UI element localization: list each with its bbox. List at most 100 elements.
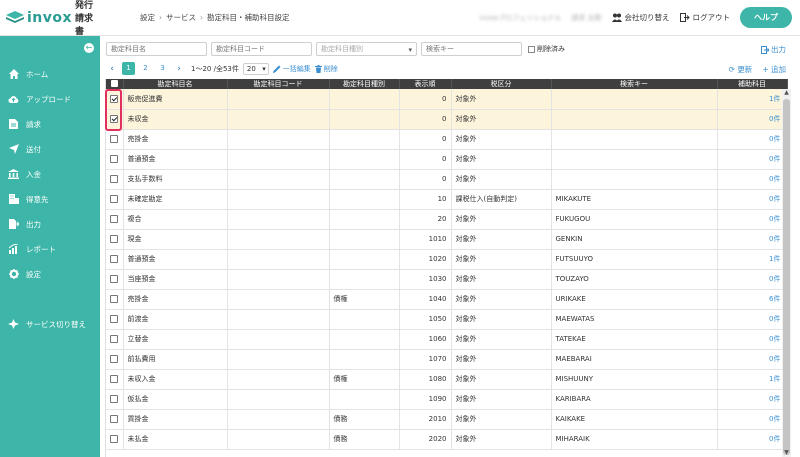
row-checkbox[interactable] <box>106 89 124 110</box>
sidebar-item-settings[interactable]: 設定 <box>8 267 41 281</box>
account-code-input[interactable] <box>211 42 312 56</box>
refresh-button[interactable]: ⟳ 更新 <box>729 64 753 75</box>
sidebar-item-report[interactable]: レポート <box>8 242 56 256</box>
sidebar-item-billing[interactable]: 請求 <box>8 117 41 131</box>
sub-account-link[interactable]: 1件 <box>717 249 788 270</box>
sub-account-link[interactable]: 1件 <box>717 89 788 110</box>
page-1-button[interactable]: 1 <box>122 62 135 75</box>
sidebar-item-payment[interactable]: 入金 <box>8 167 41 181</box>
row-checkbox[interactable] <box>106 229 124 250</box>
row-checkbox[interactable] <box>106 429 124 450</box>
app-logo[interactable]: invox 発行請求書 <box>0 0 100 37</box>
collapse-sidebar-icon[interactable]: ← <box>84 43 94 53</box>
table-scrollbar[interactable]: ▲ ▼ <box>782 89 791 457</box>
table-row[interactable]: 普通預金 0 対象外 0件 <box>106 149 788 170</box>
sub-account-link[interactable]: 0件 <box>717 229 788 250</box>
sub-account-link[interactable]: 0件 <box>717 209 788 230</box>
table-row[interactable]: 販売促進費 0 対象外 1件 <box>106 89 788 110</box>
sub-account-link[interactable]: 1件 <box>717 369 788 390</box>
export-button[interactable]: 出力 <box>761 44 786 55</box>
row-checkbox[interactable] <box>106 309 124 330</box>
row-checkbox[interactable] <box>106 289 124 310</box>
sidebar-item-home[interactable]: ホーム <box>8 67 48 81</box>
sidebar-item-upload[interactable]: アップロード <box>8 92 71 106</box>
row-checkbox[interactable] <box>106 109 124 130</box>
table-row[interactable]: 立替金 1060 対象外 TATEKAE 0件 <box>106 329 788 350</box>
add-button[interactable]: + 追加 <box>762 64 786 75</box>
sub-account-link[interactable]: 0件 <box>717 409 788 430</box>
sub-account-link[interactable]: 0件 <box>717 329 788 350</box>
sub-account-link[interactable]: 0件 <box>717 309 788 330</box>
table-row[interactable]: 普通預金 1020 対象外 FUTSUUYO 1件 <box>106 249 788 270</box>
table-row[interactable]: 当座預金 1030 対象外 TOUZAYO 0件 <box>106 269 788 290</box>
search-key-input[interactable] <box>421 42 522 56</box>
page-3-button[interactable]: 3 <box>156 62 169 75</box>
sub-account-link[interactable]: 0件 <box>717 109 788 130</box>
page-2-button[interactable]: 2 <box>139 62 152 75</box>
switch-company-button[interactable]: 会社切り替え <box>611 12 670 23</box>
col-header-sub-accounts[interactable]: 補助科目 <box>717 79 788 89</box>
include-deleted-checkbox[interactable]: 削除済み <box>528 44 565 54</box>
col-header-type[interactable]: 勘定科目種別 <box>329 79 400 89</box>
sub-account-link[interactable]: 0件 <box>717 129 788 150</box>
account-name-input[interactable] <box>106 42 207 56</box>
col-header-tax[interactable]: 税区分 <box>451 79 552 89</box>
sidebar-item-switch-service[interactable]: サービス切り替え <box>8 317 86 331</box>
sidebar-item-export[interactable]: 出力 <box>8 217 41 231</box>
bulk-edit-button[interactable]: 一括編集 <box>272 64 311 74</box>
row-checkbox[interactable] <box>106 169 124 190</box>
sub-account-link[interactable]: 0件 <box>717 189 788 210</box>
prev-page-icon[interactable]: ‹ <box>106 64 118 74</box>
row-checkbox[interactable] <box>106 249 124 270</box>
delete-button[interactable]: 削除 <box>314 64 338 74</box>
row-checkbox[interactable] <box>106 369 124 390</box>
col-header-name[interactable]: 勘定科目名 <box>123 79 228 89</box>
sub-account-link[interactable]: 0件 <box>717 429 788 450</box>
scroll-up-icon[interactable]: ▲ <box>782 89 791 97</box>
row-checkbox[interactable] <box>106 149 124 170</box>
breadcrumb-service[interactable]: サービス <box>166 12 196 23</box>
select-all-checkbox[interactable] <box>106 79 124 89</box>
per-page-select[interactable]: 20 <box>242 62 269 75</box>
sidebar-item-customers[interactable]: 得意先 <box>8 192 49 206</box>
table-row[interactable]: 未確定勘定 10 課税仕入(自動判定) MIKAKUTE 0件 <box>106 189 788 210</box>
row-checkbox[interactable] <box>106 329 124 350</box>
table-row[interactable]: 未払金 債務 2020 対象外 MIHARAIK 0件 <box>106 429 788 450</box>
table-row[interactable]: 未収入金 債権 1080 対象外 MISHUUNY 1件 <box>106 369 788 390</box>
table-row[interactable]: 前渡金 1050 対象外 MAEWATAS 0件 <box>106 309 788 330</box>
table-row[interactable]: 支払手数料 0 対象外 0件 <box>106 169 788 190</box>
table-row[interactable]: 複合 20 対象外 FUKUGOU 0件 <box>106 209 788 230</box>
scroll-down-icon[interactable]: ▼ <box>782 449 791 457</box>
table-row[interactable]: 現金 1010 対象外 GENKIN 0件 <box>106 229 788 250</box>
table-row[interactable]: 仮払金 1090 対象外 KARIBARA 0件 <box>106 389 788 410</box>
table-row[interactable]: 前払費用 1070 対象外 MAEBARAI 0件 <box>106 349 788 370</box>
row-checkbox[interactable] <box>106 269 124 290</box>
sub-account-link[interactable]: 0件 <box>717 389 788 410</box>
account-type-select[interactable]: 勘定科目種別 <box>316 42 417 56</box>
scrollbar-thumb[interactable] <box>783 99 790 455</box>
breadcrumb-settings[interactable]: 設定 <box>140 12 155 23</box>
row-checkbox[interactable] <box>106 129 124 150</box>
row-checkbox[interactable] <box>106 349 124 370</box>
sub-account-link[interactable]: 0件 <box>717 349 788 370</box>
table-row[interactable]: 未収金 0 対象外 0件 <box>106 109 788 130</box>
sidebar-item-send[interactable]: 送付 <box>8 142 41 156</box>
row-checkbox[interactable] <box>106 409 124 430</box>
tax-category-cell: 対象外 <box>451 429 552 450</box>
col-header-search-key[interactable]: 検索キー <box>551 79 718 89</box>
table-row[interactable]: 売掛金 0 対象外 0件 <box>106 129 788 150</box>
col-header-order[interactable]: 表示順 <box>399 79 452 89</box>
next-page-icon[interactable]: › <box>173 64 185 74</box>
row-checkbox[interactable] <box>106 209 124 230</box>
logout-button[interactable]: ログアウト <box>679 12 730 23</box>
row-checkbox[interactable] <box>106 189 124 210</box>
help-button[interactable]: ヘルプ <box>740 7 792 28</box>
table-row[interactable]: 買掛金 債務 2010 対象外 KAIKAKE 0件 <box>106 409 788 430</box>
row-checkbox[interactable] <box>106 389 124 410</box>
sub-account-link[interactable]: 6件 <box>717 289 788 310</box>
sub-account-link[interactable]: 0件 <box>717 269 788 290</box>
sub-account-link[interactable]: 0件 <box>717 169 788 190</box>
col-header-code[interactable]: 勘定科目コード <box>227 79 330 89</box>
sub-account-link[interactable]: 0件 <box>717 149 788 170</box>
table-row[interactable]: 売掛金 債権 1040 対象外 URIKAKE 6件 <box>106 289 788 310</box>
